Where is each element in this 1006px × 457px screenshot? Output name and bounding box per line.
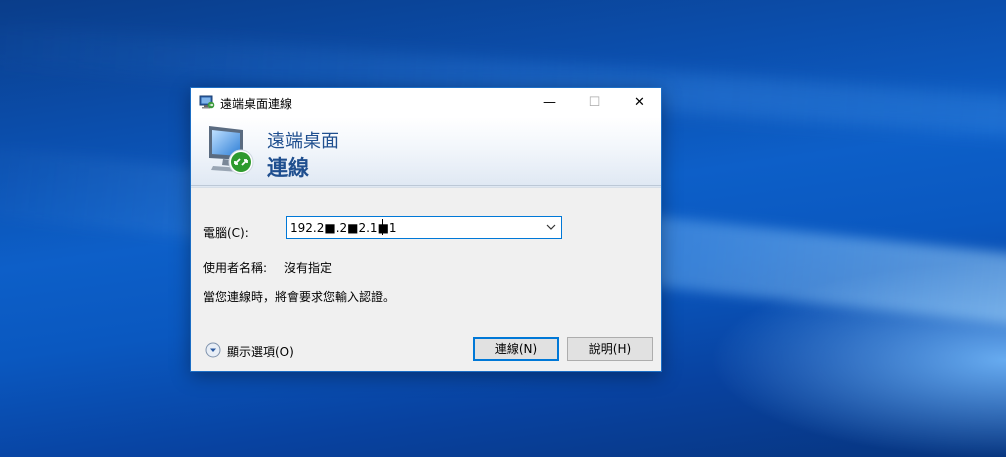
remote-desktop-monitor-icon <box>209 126 254 175</box>
username-value: 沒有指定 <box>284 261 333 275</box>
header-banner <box>191 117 661 187</box>
computer-combobox[interactable]: 192.2■.2■2.1■1 <box>286 216 562 239</box>
username-label: 使用者名稱: <box>203 261 268 275</box>
computer-label: 電腦(C): <box>203 226 249 240</box>
credentials-note: 當您連線時，將會要求您輸入認證。 <box>203 290 396 304</box>
banner-divider <box>191 185 661 186</box>
minimize-button[interactable]: — <box>527 88 572 117</box>
show-options-label[interactable]: 顯示選項(O) <box>227 343 294 360</box>
title-bar[interactable]: 遠端桌面連線 — ☐ ✕ <box>191 88 661 117</box>
chevron-down-icon[interactable] <box>545 220 557 234</box>
computer-input-value[interactable]: 192.2■.2■2.1■1 <box>290 221 397 235</box>
maximize-button[interactable]: ☐ <box>572 88 617 117</box>
banner-divider <box>191 187 661 188</box>
remote-desktop-connection-window: 遠端桌面連線 — ☐ ✕ 遠端桌面 連線 電腦(C): 192.2■.2■2.1… <box>190 87 662 372</box>
window-title: 遠端桌面連線 <box>220 97 293 111</box>
expand-circle-icon[interactable] <box>205 342 221 358</box>
banner-title-line1: 遠端桌面 <box>267 131 339 152</box>
help-button[interactable]: 說明(H) <box>567 337 653 361</box>
connect-button[interactable]: 連線(N) <box>473 337 559 361</box>
banner-title-line2: 連線 <box>267 156 309 180</box>
remote-desktop-icon <box>199 95 215 109</box>
close-button[interactable]: ✕ <box>617 88 662 117</box>
text-caret <box>382 219 383 235</box>
